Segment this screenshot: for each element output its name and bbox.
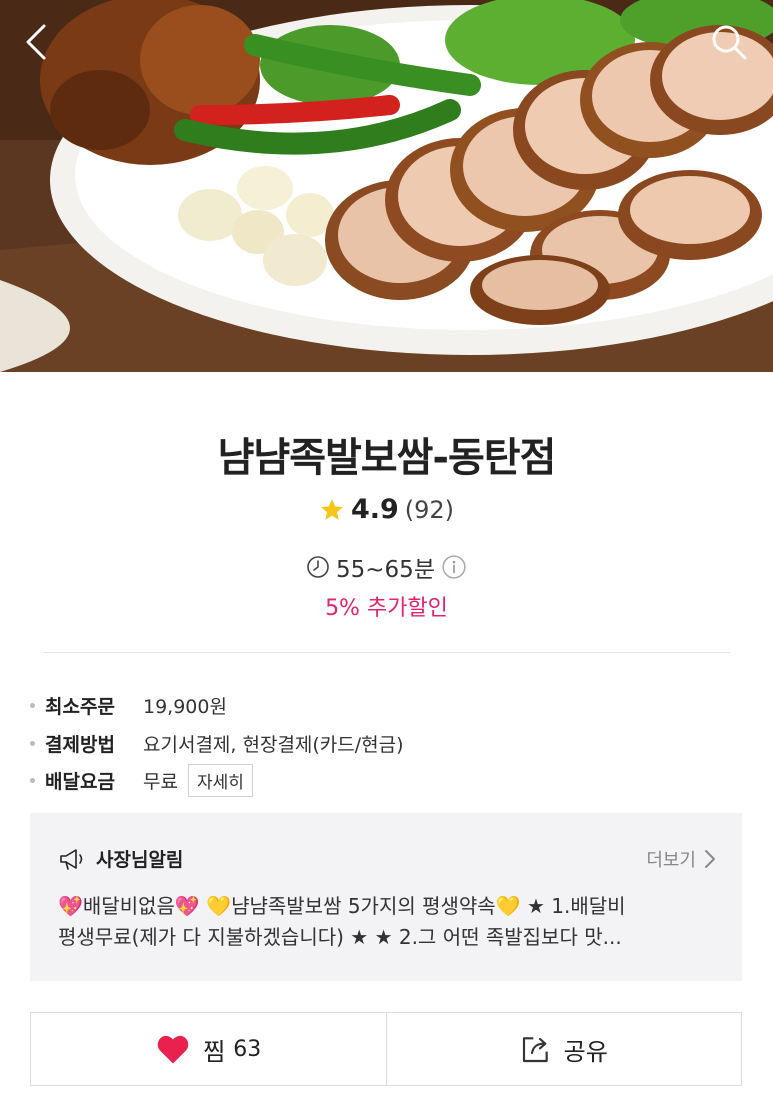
back-arrow-icon: [26, 24, 46, 60]
like-label: 찜: [203, 1037, 226, 1066]
share-label: 공유: [563, 1037, 608, 1066]
back-button[interactable]: [22, 22, 72, 72]
info-value: 19,900원: [143, 696, 227, 718]
info-value: 무료: [143, 771, 178, 793]
discount-badge: 5% 추가할인: [325, 596, 448, 621]
megaphone-icon: [60, 848, 83, 870]
notice-body: 💖배달비없음💖 💛냠냠족발보쌈 5가지의 평생약속💛 ★ 1.배달비 평생무료(…: [58, 891, 720, 953]
info-key: 최소주문: [45, 696, 115, 718]
review-count[interactable]: (92): [405, 496, 454, 524]
info-key: 배달요금: [45, 771, 115, 793]
info-row-min-order: 최소주문 19,900원: [30, 692, 730, 719]
notice-more-label: 더보기: [646, 850, 696, 871]
rating-value: 4.9: [350, 494, 399, 525]
notice-header: 사장님알림: [58, 845, 183, 872]
like-count: 63: [233, 1036, 262, 1062]
store-hero-image: [0, 0, 773, 372]
delivery-fee-detail-button[interactable]: 자세히: [187, 764, 253, 797]
info-key: 결제방법: [45, 734, 115, 756]
star-icon: [321, 498, 343, 520]
info-row-payment: 결제방법 요기서결제, 현장결제(카드/현금): [30, 730, 730, 757]
delivery-time-row: 55~65분: [0, 550, 773, 584]
action-bar: 찜 63 공유: [30, 1012, 742, 1086]
share-button[interactable]: 공유: [385, 1013, 742, 1085]
chevron-right-icon: [705, 850, 715, 868]
search-icon: [712, 25, 747, 60]
info-icon[interactable]: [441, 554, 467, 580]
notice-title: 사장님알림: [96, 849, 184, 871]
food-photo: [0, 0, 773, 372]
notice-line: 평생무료(제가 다 지불하겠습니다) ★ ★ 2.그 어떤 족발집보다 맛...: [58, 925, 622, 949]
bullet-dot: [30, 703, 35, 708]
info-value: 요기서결제, 현장결제(카드/현금): [143, 734, 404, 756]
clock-icon: [307, 556, 329, 578]
delivery-time: 55~65분: [336, 557, 435, 583]
bullet-dot: [30, 778, 35, 783]
store-name: 냠냠족발보쌈-동탄점: [217, 435, 557, 481]
bullet-dot: [30, 741, 35, 746]
like-button[interactable]: 찜 63: [31, 1013, 386, 1085]
rating-row: 4.9 (92): [0, 494, 773, 525]
notice-more-link[interactable]: 더보기: [646, 846, 716, 872]
search-button[interactable]: [709, 22, 759, 72]
owner-notice[interactable]: 사장님알림 더보기 💖배달비없음💖 💛냠냠족발보쌈 5가지의 평생약속💛 ★ 1…: [30, 813, 742, 981]
divider: [44, 652, 730, 653]
heart-icon: [157, 1035, 189, 1064]
share-icon: [522, 1037, 548, 1063]
info-row-delivery-fee: 배달요금 무료 자세히: [30, 764, 730, 797]
notice-line: 💖배달비없음💖 💛냠냠족발보쌈 5가지의 평생약속💛 ★ 1.배달비: [58, 894, 626, 918]
